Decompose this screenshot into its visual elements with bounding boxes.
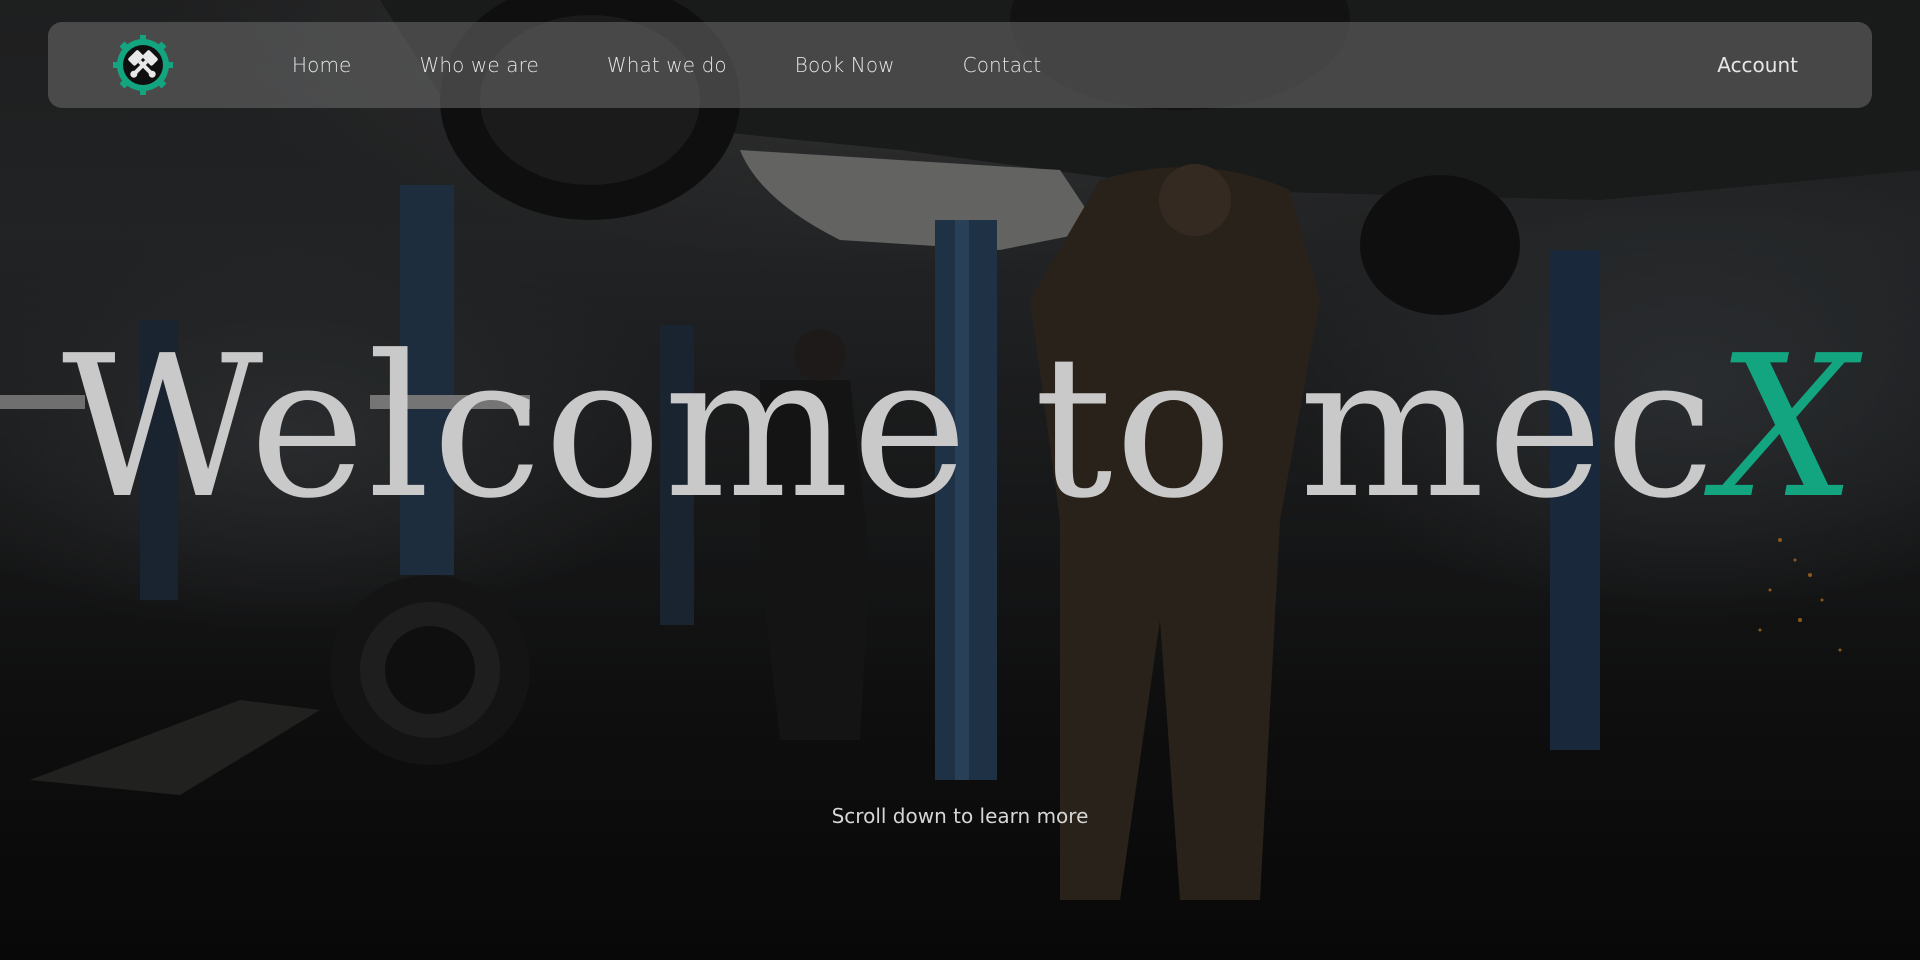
account-link[interactable]: Account [1717, 22, 1798, 108]
hero-title-accent: X [1716, 314, 1859, 542]
top-navbar: Home Who we are What we do Book Now Cont… [48, 22, 1872, 108]
logo[interactable] [112, 34, 174, 96]
nav-book-now[interactable]: Book Now [795, 53, 895, 77]
hero-title: Welcome to mecX [0, 318, 1920, 538]
crossed-pistons-gear-icon [113, 35, 173, 95]
nav-what-we-do[interactable]: What we do [607, 53, 727, 77]
nav-links: Home Who we are What we do Book Now Cont… [292, 22, 1109, 108]
hero-title-main: Welcome to mec [61, 314, 1717, 542]
nav-contact[interactable]: Contact [963, 53, 1042, 77]
nav-home[interactable]: Home [292, 53, 351, 77]
scroll-hint: Scroll down to learn more [831, 804, 1089, 828]
nav-who-we-are[interactable]: Who we are [419, 53, 538, 77]
